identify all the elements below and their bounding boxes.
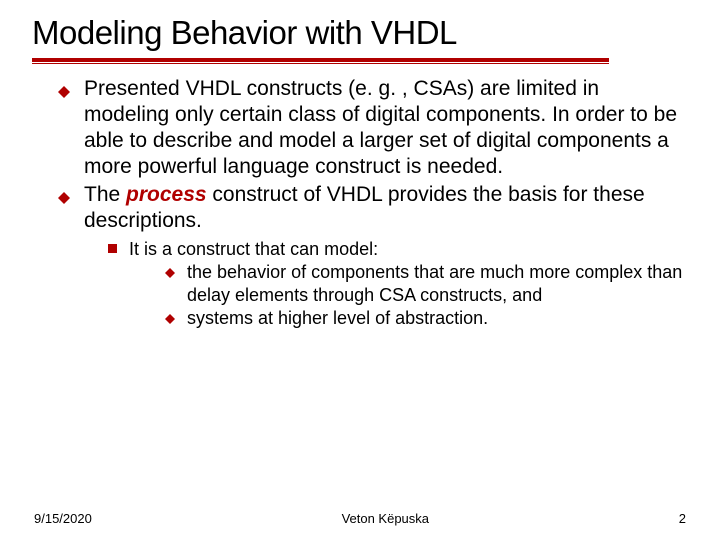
slide-footer: 9/15/2020 Veton Këpuska 2 <box>0 511 720 526</box>
bullet-text: Presented VHDL constructs (e. g. , CSAs)… <box>84 76 688 180</box>
diamond-bullet-icon <box>165 268 175 278</box>
title-underline <box>32 58 609 64</box>
diamond-bullet-icon <box>58 86 70 98</box>
footer-page-number: 2 <box>679 511 686 526</box>
footer-author: Veton Këpuska <box>342 511 429 526</box>
bullet-list-level-2: It is a construct that can model: the be… <box>108 238 688 330</box>
text-fragment: The <box>84 183 126 206</box>
bullet-text: systems at higher level of abstraction. <box>187 307 488 330</box>
page-title: Modeling Behavior with VHDL <box>32 14 688 52</box>
sub-bullet-content: It is a construct that can model: the be… <box>129 238 688 330</box>
footer-date: 9/15/2020 <box>34 511 92 526</box>
list-item: the behavior of components that are much… <box>165 261 688 307</box>
diamond-bullet-icon <box>58 192 70 204</box>
bullet-list-level-1: Presented VHDL constructs (e. g. , CSAs)… <box>58 76 688 234</box>
list-item: Presented VHDL constructs (e. g. , CSAs)… <box>58 76 688 180</box>
bullet-text: the behavior of components that are much… <box>187 261 688 307</box>
diamond-bullet-icon <box>165 314 175 324</box>
slide: Modeling Behavior with VHDL Presented VH… <box>0 0 720 540</box>
sub-intro-text: It is a construct that can model: <box>129 238 688 261</box>
title-block: Modeling Behavior with VHDL <box>32 14 688 64</box>
slide-body: Presented VHDL constructs (e. g. , CSAs)… <box>32 66 688 528</box>
list-item: It is a construct that can model: the be… <box>108 238 688 330</box>
emphasized-text: process <box>126 183 207 206</box>
bullet-list-level-3: the behavior of components that are much… <box>129 261 688 330</box>
square-bullet-icon <box>108 244 117 253</box>
list-item: The process construct of VHDL provides t… <box>58 182 688 234</box>
list-item: systems at higher level of abstraction. <box>165 307 688 330</box>
bullet-text: The process construct of VHDL provides t… <box>84 182 688 234</box>
